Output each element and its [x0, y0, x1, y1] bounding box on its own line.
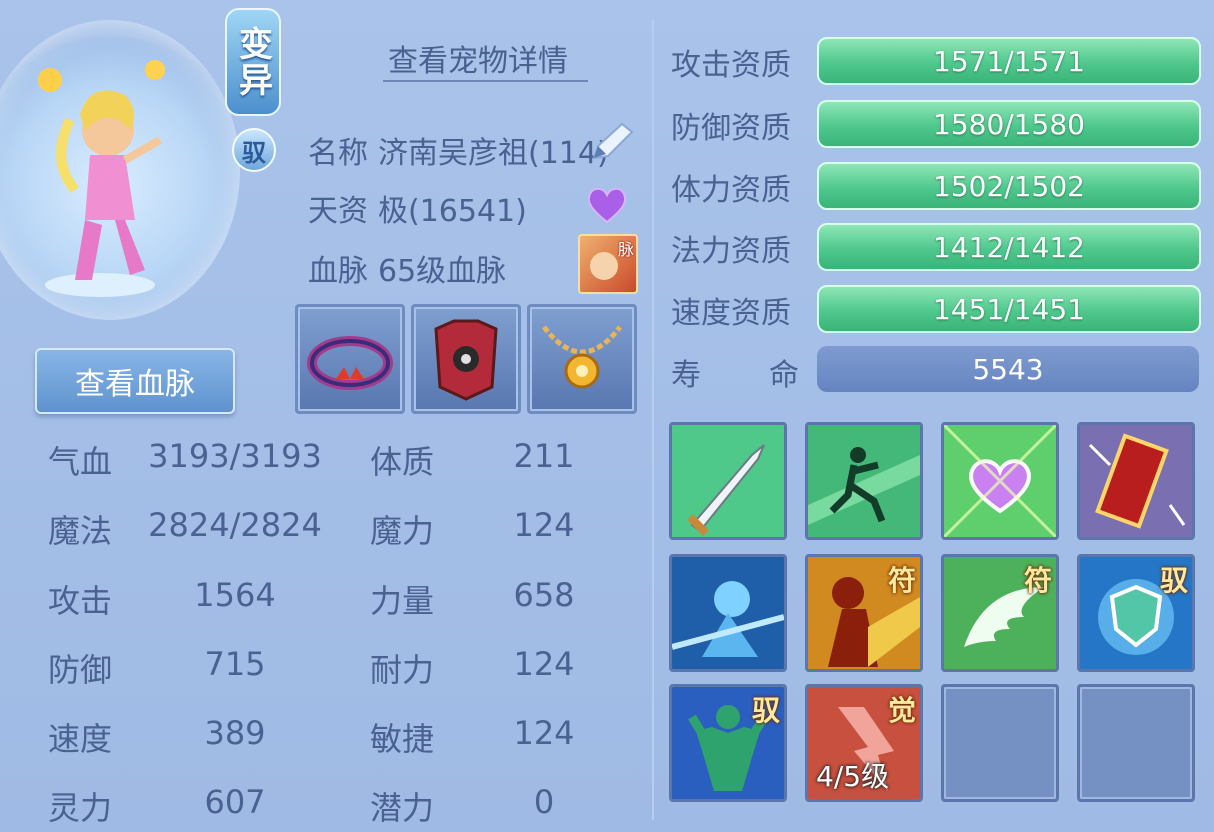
page-title: 查看宠物详情	[388, 44, 568, 79]
aptitude-label: 防御资质	[671, 111, 791, 146]
talent-value: 极(16541)	[378, 194, 527, 229]
stat-value: 124	[513, 645, 575, 683]
empty-skill-slot[interactable]	[941, 684, 1059, 802]
aptitude-bar: 1412/1412	[817, 223, 1201, 271]
stat-value: 3193/3193	[148, 437, 322, 475]
life-label-b: 命	[769, 358, 799, 393]
stat-label: 体质	[370, 443, 435, 481]
aptitude-bar: 1451/1451	[817, 285, 1201, 333]
life-label-a: 寿	[671, 358, 701, 393]
aptitude-label: 体力资质	[671, 173, 791, 208]
necklace-icon	[542, 325, 622, 389]
skill-slot[interactable]: 驭	[669, 684, 787, 802]
stat-value: 1564	[194, 576, 276, 614]
empty-skill-slot[interactable]	[1077, 684, 1195, 802]
pet-detail-left-panel: 变异 驭 查看血脉 查看宠物详情 名称 济南吴彦祖(114) 天资 极(16541)…	[0, 0, 655, 832]
skill-slot[interactable]	[1077, 422, 1195, 540]
stat-label: 速度	[48, 720, 113, 758]
dash-skill-icon	[808, 425, 920, 537]
skill-tag: 符	[1023, 564, 1052, 597]
stat-label: 魔力	[370, 512, 435, 550]
stat-label: 攻击	[48, 582, 113, 620]
aptitude-label: 攻击资质	[671, 48, 791, 83]
stat-value: 124	[513, 506, 575, 544]
talent-row: 天资 极(16541)	[308, 186, 527, 230]
skill-level: 4/5级	[816, 760, 890, 793]
skill-slot[interactable]	[669, 422, 787, 540]
pet-name: 济南吴彦祖(114)	[378, 136, 609, 171]
name-label: 名称	[308, 136, 368, 171]
title-underline	[383, 80, 588, 82]
stat-label: 潜力	[370, 789, 435, 827]
bloodline-portrait-icon[interactable]: 脉	[578, 234, 638, 294]
stat-value: 607	[204, 783, 266, 821]
bloodline-row: 血脉 65级血脉	[308, 246, 506, 290]
variant-badge: 变异	[225, 8, 281, 116]
bloodline-value: 65级血脉	[378, 254, 507, 289]
crown-collar-icon	[307, 336, 393, 390]
pet-portrait	[0, 20, 240, 320]
aptitude-bar: 1580/1580	[817, 100, 1201, 148]
stat-label: 气血	[48, 443, 113, 481]
stat-value: 124	[513, 714, 575, 752]
equip-slot-armor[interactable]	[411, 304, 521, 414]
skill-tag: 驭	[1159, 564, 1188, 597]
drive-badge: 驭	[232, 128, 276, 172]
equip-slot-collar[interactable]	[295, 304, 405, 414]
skill-tag: 符	[887, 564, 916, 597]
aptitude-label: 速度资质	[671, 296, 791, 331]
talisman-skill-icon	[1080, 425, 1192, 537]
sword-skill-icon	[672, 425, 784, 537]
heart-skill-icon	[944, 425, 1056, 537]
skill-slot[interactable]: 符	[941, 554, 1059, 672]
view-bloodline-button[interactable]: 查看血脉	[35, 348, 235, 414]
stat-value: 0	[533, 783, 555, 821]
stat-label: 耐力	[370, 651, 435, 689]
aptitude-label: 法力资质	[671, 234, 791, 269]
armor-icon	[434, 319, 498, 401]
skill-slot[interactable]: 符	[805, 554, 923, 672]
name-row: 名称 济南吴彦祖(114)	[308, 128, 609, 172]
bloodline-icon-text: 脉	[617, 240, 634, 259]
stat-value: 2824/2824	[148, 506, 322, 544]
skill-tag: 驭	[751, 694, 780, 727]
bloodline-label: 血脉	[308, 254, 368, 289]
stat-value: 715	[204, 645, 266, 683]
stat-value: 211	[513, 437, 575, 475]
stat-label: 魔法	[48, 512, 113, 550]
skill-tag: 觉	[887, 694, 916, 727]
life-bar: 5543	[817, 346, 1199, 392]
spirit-skill-icon	[672, 557, 784, 669]
skill-slot[interactable]	[805, 422, 923, 540]
stat-value: 389	[204, 714, 266, 752]
stat-label: 敏捷	[370, 720, 435, 758]
talent-label: 天资	[308, 194, 368, 229]
edit-name-icon[interactable]	[586, 118, 638, 170]
aptitude-bar: 1571/1571	[817, 37, 1201, 85]
skill-slot[interactable]: 驭	[1077, 554, 1195, 672]
stat-value: 658	[513, 576, 575, 614]
stat-label: 力量	[370, 582, 435, 620]
panel-divider	[652, 20, 654, 820]
pet-detail-right-panel: 攻击资质 1571/1571 防御资质 1580/1580 体力资质 1502/…	[655, 0, 1214, 832]
stat-label: 灵力	[48, 789, 113, 827]
stat-label: 防御	[48, 651, 113, 689]
pet-figure-image	[38, 60, 165, 297]
skill-slot[interactable]: 觉 4/5级	[805, 684, 923, 802]
heart-icon[interactable]	[584, 182, 630, 228]
aptitude-bar: 1502/1502	[817, 162, 1201, 210]
equip-slot-necklace[interactable]	[527, 304, 637, 414]
skill-slot[interactable]	[941, 422, 1059, 540]
skill-slot[interactable]	[669, 554, 787, 672]
